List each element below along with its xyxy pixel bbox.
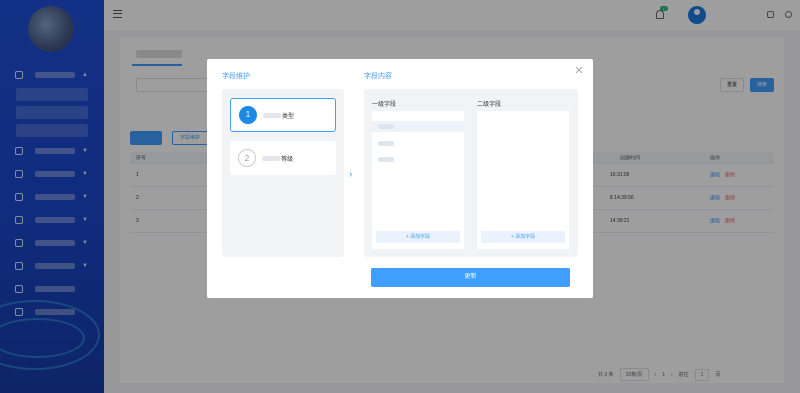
close-icon[interactable]: ✕ bbox=[573, 65, 585, 77]
add-field-button[interactable]: + 添加字段 bbox=[376, 231, 460, 243]
step-panel: 1 类型 2 等级 bbox=[222, 89, 344, 257]
list-item[interactable] bbox=[372, 121, 464, 132]
step-item-type[interactable]: 1 类型 bbox=[230, 98, 336, 132]
list-item[interactable] bbox=[372, 154, 464, 165]
level1-list: + 添加字段 bbox=[372, 111, 464, 249]
level2-title: 二级字段 bbox=[477, 102, 502, 108]
level1-title: 一级字段 bbox=[372, 102, 397, 108]
step-number: 1 bbox=[239, 106, 257, 124]
add-field-button[interactable]: + 添加字段 bbox=[481, 231, 565, 243]
right-section-title: 字段内容 bbox=[364, 73, 392, 80]
field-maintain-dialog: ✕ 字段维护 字段内容 1 类型 2 等级 › 一级字段 二级字段 + 添加字段… bbox=[207, 59, 593, 298]
arrow-right-icon: › bbox=[349, 169, 353, 180]
update-button[interactable]: 更新 bbox=[371, 268, 570, 287]
list-item[interactable] bbox=[372, 138, 464, 149]
step-item-level[interactable]: 2 等级 bbox=[230, 141, 336, 175]
field-content-panel: 一级字段 二级字段 + 添加字段 + 添加字段 bbox=[364, 89, 578, 257]
step-number: 2 bbox=[238, 149, 256, 167]
left-section-title: 字段维护 bbox=[222, 73, 250, 80]
level2-list: + 添加字段 bbox=[477, 111, 569, 249]
step-label: 类型 bbox=[282, 113, 295, 120]
step-label: 等级 bbox=[281, 156, 294, 163]
